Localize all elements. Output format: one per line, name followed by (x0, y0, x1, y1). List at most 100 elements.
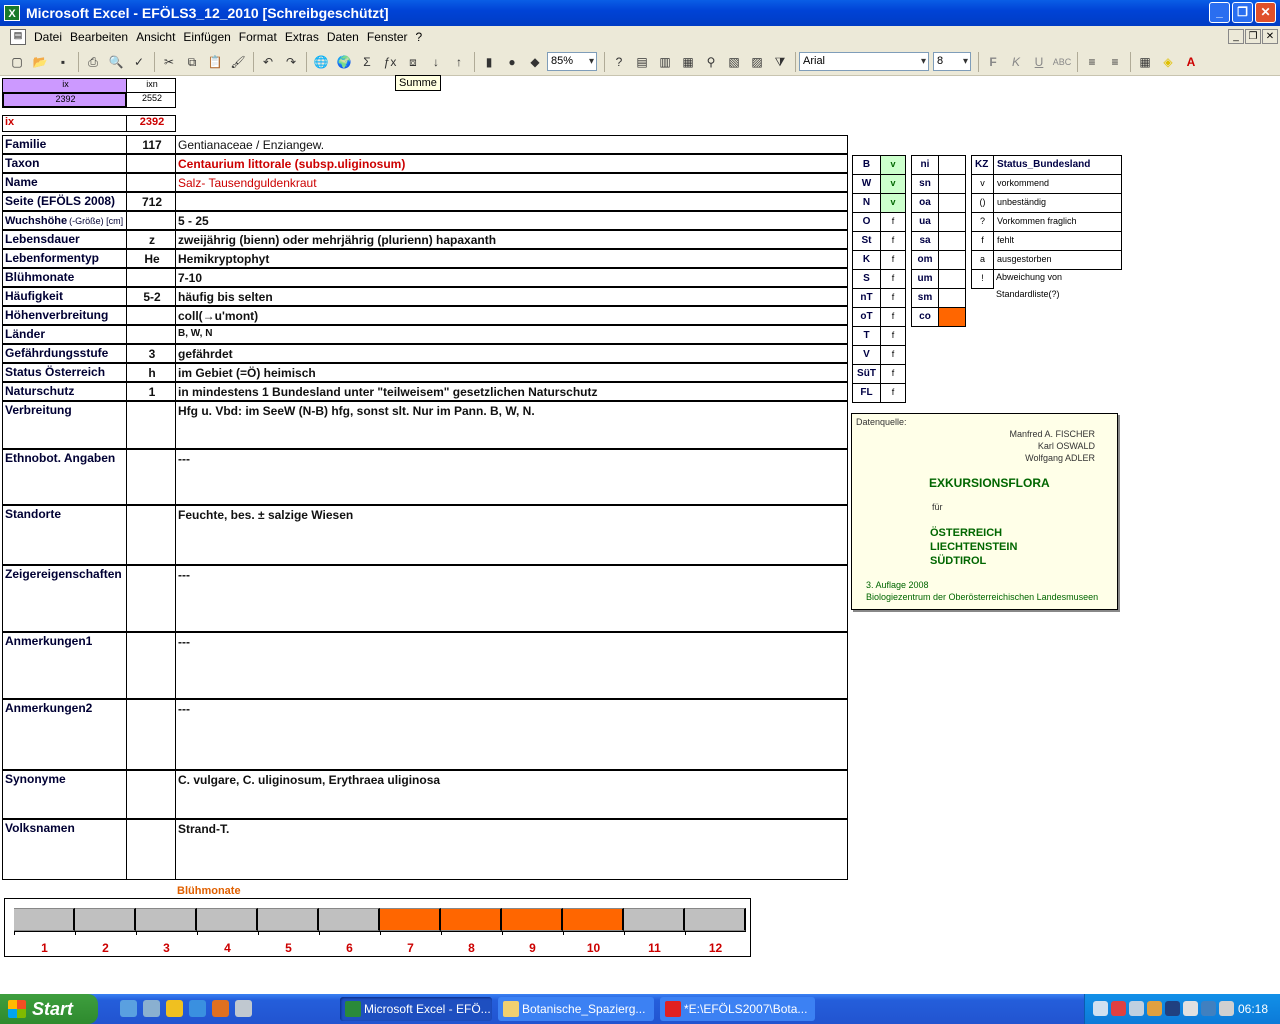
status-altitude-key[interactable]: co (911, 307, 939, 327)
italic-icon[interactable]: K (1005, 51, 1027, 73)
row-label[interactable]: Name (2, 173, 127, 192)
web-icon[interactable]: 🌍 (333, 51, 355, 73)
menu-bearbeiten[interactable]: Bearbeiten (70, 30, 134, 44)
status-region-key[interactable]: N (852, 193, 881, 213)
row-code[interactable] (126, 268, 176, 287)
hyperlink-icon[interactable]: 🌐 (310, 51, 332, 73)
tray-tool-icon[interactable] (1147, 1001, 1162, 1016)
status-altitude-value[interactable] (938, 307, 966, 327)
print-icon[interactable]: ⎙ (82, 51, 104, 73)
sort-asc-icon[interactable]: ↓ (425, 51, 447, 73)
print-preview-icon[interactable]: 🔍 (105, 51, 127, 73)
minimize-button[interactable]: _ (1209, 2, 1230, 23)
row-value[interactable]: Hfg u. Vbd: im SeeW (N-B) hfg, sonst slt… (175, 401, 848, 449)
menu-fenster[interactable]: Fenster (367, 30, 414, 44)
workbook-icon[interactable]: ▤ (10, 29, 26, 45)
legend-value[interactable]: Abweichung von Standardliste(?) (993, 269, 1122, 299)
close-button[interactable]: ✕ (1255, 2, 1276, 23)
worksheet[interactable]: ix ixn 2392 2552 ix 2392 Familie 117 Genti… (0, 77, 1280, 989)
row-value[interactable]: häufig bis selten (175, 287, 848, 306)
row-label[interactable]: Naturschutz (2, 382, 127, 401)
status-region-value[interactable]: f (880, 364, 906, 384)
row-label[interactable]: Anmerkungen1 (2, 632, 127, 699)
row-label[interactable]: Anmerkungen2 (2, 699, 127, 770)
row-code[interactable]: h (126, 363, 176, 382)
status-region-key[interactable]: K (852, 250, 881, 270)
row-value[interactable]: 5 - 25 (175, 211, 848, 230)
doc-close-button[interactable]: ✕ (1262, 29, 1278, 44)
status-region-value[interactable]: f (880, 269, 906, 289)
status-region-value[interactable]: f (880, 345, 906, 365)
status-altitude-value[interactable] (938, 193, 966, 213)
row-label[interactable]: Volksnamen (2, 819, 127, 880)
row-value[interactable]: Feuchte, bes. ± salzige Wiesen (175, 505, 848, 565)
status-region-key[interactable]: S (852, 269, 881, 289)
quicklaunch-ie-icon[interactable] (120, 1000, 137, 1017)
status-altitude-key[interactable]: oa (911, 193, 939, 213)
row-code[interactable]: 712 (126, 192, 176, 211)
row-value[interactable]: im Gebiet (=Ö) heimisch (175, 363, 848, 382)
quicklaunch-browser-icon[interactable] (189, 1000, 206, 1017)
status-region-value[interactable]: f (880, 307, 906, 327)
legend-key[interactable]: ! (971, 269, 994, 289)
menu-datei[interactable]: Datei (34, 30, 68, 44)
ix-value-cell[interactable]: 2392 (2, 92, 127, 108)
status-region-key[interactable]: St (852, 231, 881, 251)
task-editor[interactable]: *E:\EFÖLS2007\Bota... (660, 997, 815, 1021)
row-code[interactable] (126, 565, 176, 632)
status-region-value[interactable]: f (880, 383, 906, 403)
row-label[interactable]: Verbreitung (2, 401, 127, 449)
status-region-key[interactable]: FL (852, 383, 881, 403)
copy-icon[interactable]: ⧉ (181, 51, 203, 73)
drawing-icon[interactable]: ◆ (524, 51, 546, 73)
status-altitude-value[interactable] (938, 155, 966, 175)
map-icon[interactable]: ● (501, 51, 523, 73)
align-left-icon[interactable]: ≡ (1081, 51, 1103, 73)
row-label[interactable]: Gefährdungsstufe (2, 344, 127, 363)
row-code[interactable] (126, 325, 176, 344)
font-select[interactable]: Arial (799, 52, 929, 71)
row-code[interactable]: 5-2 (126, 287, 176, 306)
ixn-value-cell[interactable]: 2552 (126, 92, 176, 108)
row-code[interactable] (126, 401, 176, 449)
row-code[interactable] (126, 173, 176, 192)
status-altitude-key[interactable]: ni (911, 155, 939, 175)
status-region-key[interactable]: T (852, 326, 881, 346)
row-code[interactable] (126, 154, 176, 173)
row-label[interactable]: Länder (2, 325, 127, 344)
cut-icon[interactable]: ✂ (158, 51, 180, 73)
status-region-key[interactable]: oT (852, 307, 881, 327)
row-value[interactable]: Salz- Tausendguldenkraut (175, 173, 848, 192)
tool4-icon[interactable]: ▧ (723, 51, 745, 73)
legend-key[interactable]: f (971, 231, 994, 251)
row-value[interactable]: gefährdet (175, 344, 848, 363)
chart-wizard-icon[interactable]: ⧈ (402, 51, 424, 73)
task-excel[interactable]: Microsoft Excel - EFÖ... (340, 997, 492, 1021)
row-code[interactable] (126, 211, 176, 230)
row-value[interactable]: Centaurium littorale (subsp.uliginosum) (175, 154, 848, 173)
doc-restore-button[interactable]: ❐ (1245, 29, 1261, 44)
row-label[interactable]: Status Österreich (2, 363, 127, 382)
row-value[interactable]: coll(→u'mont) (175, 306, 848, 325)
row-value[interactable]: 7-10 (175, 268, 848, 287)
start-button[interactable]: Start (0, 994, 98, 1024)
row-code[interactable] (126, 819, 176, 880)
save-icon[interactable]: ▪ (52, 51, 74, 73)
legend-value[interactable]: fehlt (993, 231, 1122, 251)
legend-key[interactable]: v (971, 174, 994, 194)
status-altitude-value[interactable] (938, 250, 966, 270)
status-region-value[interactable]: f (880, 288, 906, 308)
row-label[interactable]: Lebenformentyp (2, 249, 127, 268)
row-code[interactable]: z (126, 230, 176, 249)
sort-desc-icon[interactable]: ↑ (448, 51, 470, 73)
tray-info-icon[interactable] (1183, 1001, 1198, 1016)
legend-value[interactable]: Vorkommen fraglich (993, 212, 1122, 232)
ix-value2[interactable]: 2392 (126, 115, 176, 132)
row-code[interactable] (126, 770, 176, 819)
row-value[interactable] (175, 192, 848, 211)
menu-format[interactable]: Format (239, 30, 283, 44)
status-region-value[interactable]: v (880, 193, 906, 213)
row-value[interactable]: B, W, N (175, 325, 848, 344)
status-altitude-value[interactable] (938, 269, 966, 289)
quicklaunch-explorer-icon[interactable] (143, 1000, 160, 1017)
